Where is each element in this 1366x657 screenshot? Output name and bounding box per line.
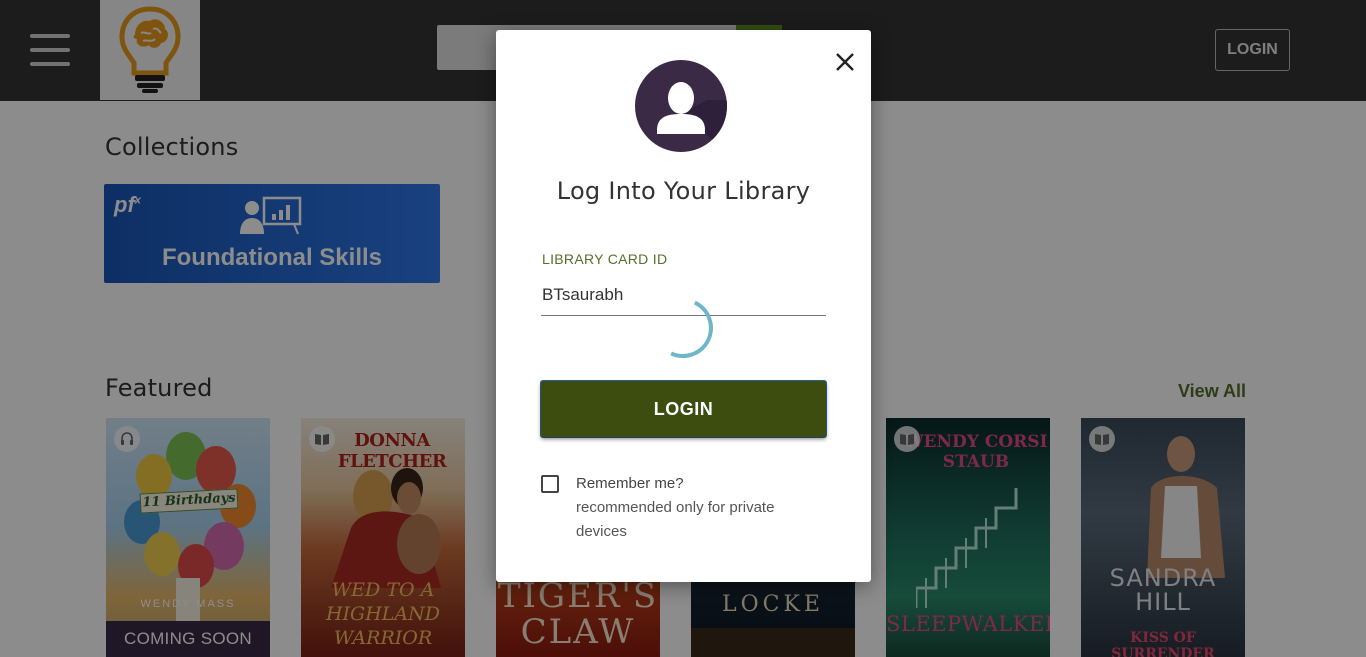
login-modal: Log Into Your Library LIBRARY CARD ID LO… — [496, 30, 871, 582]
remember-me-text: Remember me? recommended only for privat… — [576, 472, 826, 544]
library-card-id-label: LIBRARY CARD ID — [542, 251, 668, 267]
remember-me-label: Remember me? — [576, 475, 684, 492]
user-avatar-icon — [635, 60, 727, 152]
modal-title: Log Into Your Library — [556, 177, 811, 205]
login-button[interactable]: LOGIN — [541, 381, 826, 437]
close-icon[interactable] — [831, 48, 859, 76]
remember-me-hint: recommended only for private devices — [576, 499, 775, 540]
remember-me-checkbox[interactable] — [541, 475, 559, 493]
